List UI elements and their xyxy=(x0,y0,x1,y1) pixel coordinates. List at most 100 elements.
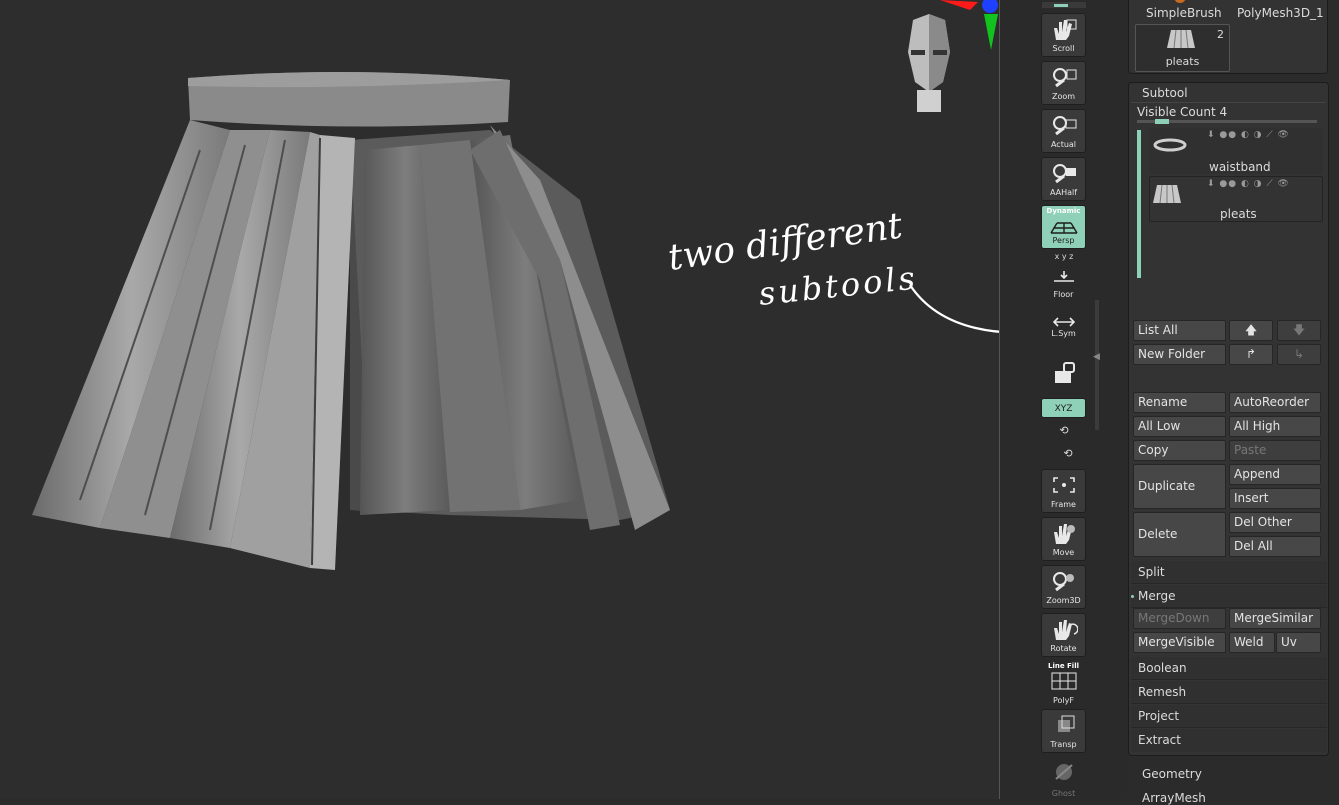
pleats-thumb-count: 2 xyxy=(1217,28,1224,41)
del-all-button[interactable]: Del All xyxy=(1229,536,1321,557)
extract-section[interactable]: Extract xyxy=(1131,729,1327,752)
pleats-subtool-thumb-icon xyxy=(1153,184,1181,204)
local-symmetry-button[interactable]: L.Sym xyxy=(1041,311,1086,355)
list-all-button[interactable]: List All xyxy=(1133,320,1226,341)
frame-button[interactable]: Frame xyxy=(1041,469,1086,513)
all-low-button[interactable]: All Low xyxy=(1133,416,1226,437)
shelf-top-slider[interactable] xyxy=(1042,2,1086,8)
collapse-arrow-icon[interactable]: ◀ xyxy=(1093,352,1100,362)
remesh-label: Remesh xyxy=(1138,685,1187,699)
subtool-title[interactable]: Subtool xyxy=(1142,86,1188,100)
mergevisible-button[interactable]: MergeVisible xyxy=(1133,632,1226,653)
dynamic-label: Dynamic xyxy=(1046,207,1081,215)
polyframe-grid-icon xyxy=(1051,672,1076,690)
actual-button[interactable]: Actual xyxy=(1041,109,1086,153)
merge-section[interactable]: Merge xyxy=(1131,585,1327,608)
arraymesh-section[interactable]: ArrayMesh xyxy=(1142,791,1206,805)
duplicate-button[interactable]: Duplicate xyxy=(1133,464,1226,509)
transparency-icon xyxy=(1057,715,1074,732)
visible-count-slider[interactable] xyxy=(1137,119,1317,124)
zoom3d-icon xyxy=(1052,572,1074,592)
autoreorder-button[interactable]: AutoReorder xyxy=(1229,392,1321,413)
append-button[interactable]: Append xyxy=(1229,464,1321,485)
waistband-thumb-icon xyxy=(1153,138,1187,152)
extract-label: Extract xyxy=(1138,733,1181,747)
pleats-thumb-icon xyxy=(1167,29,1195,49)
scroll-hand-icon xyxy=(1053,19,1076,40)
aahalf-magnifier-icon xyxy=(1052,164,1076,184)
uv-button[interactable]: Uv xyxy=(1276,632,1321,653)
transparency-button[interactable]: Transp xyxy=(1041,709,1086,753)
pleats-thumb-label: pleats xyxy=(1165,55,1200,68)
remesh-section[interactable]: Remesh xyxy=(1131,681,1327,704)
floor-button[interactable]: Floor xyxy=(1041,265,1086,309)
y-rotate-icon[interactable]: ⟲ xyxy=(1052,424,1076,437)
local-symmetry-icon xyxy=(1052,317,1075,327)
pleats-thumbnail[interactable]: 2 pleats xyxy=(1135,24,1230,72)
split-section[interactable]: Split xyxy=(1131,561,1327,584)
axis-gizmo-icon[interactable] xyxy=(940,0,1000,60)
rotate-icon xyxy=(1053,620,1078,640)
actual-label: Actual xyxy=(1050,140,1077,149)
geometry-section[interactable]: Geometry xyxy=(1142,767,1202,781)
persp-label: Persp xyxy=(1052,236,1075,245)
zoom3d-button[interactable]: Zoom3D xyxy=(1041,565,1086,609)
move-button[interactable]: Move xyxy=(1041,517,1086,561)
zoom-label: Zoom xyxy=(1051,92,1076,101)
zoom-button[interactable]: Zoom xyxy=(1041,61,1086,105)
floor-axis-toggles[interactable]: x y z xyxy=(1052,252,1076,261)
pleats-name: pleats xyxy=(1220,207,1257,221)
tool-thumbnails-box: SimpleBrush PolyMesh3D_1 2 pleats xyxy=(1128,0,1328,74)
aahalf-button[interactable]: AAHalf xyxy=(1041,157,1086,201)
subtool-item-waistband[interactable]: ⬇ ●● ◐ ◑ ⟋ 👁 waistband xyxy=(1149,128,1323,174)
shelf-scrollbar[interactable] xyxy=(1095,300,1099,430)
boolean-label: Boolean xyxy=(1138,661,1187,675)
turn-right-arrow-icon[interactable]: ↱ xyxy=(1229,344,1273,365)
aahalf-label: AAHalf xyxy=(1049,188,1078,197)
lock-camera-button[interactable] xyxy=(1041,355,1086,399)
xyz-rotate-button[interactable]: XYZ xyxy=(1041,398,1086,418)
floor-label: Floor xyxy=(1053,290,1074,299)
copy-button[interactable]: Copy xyxy=(1133,440,1226,461)
insert-button[interactable]: Insert xyxy=(1229,488,1321,509)
skirt-3d-model xyxy=(32,71,670,570)
boolean-section[interactable]: Boolean xyxy=(1131,657,1327,680)
scroll-label: Scroll xyxy=(1052,44,1075,53)
paste-button[interactable]: Paste xyxy=(1229,440,1321,461)
delete-button[interactable]: Delete xyxy=(1133,512,1226,557)
perspective-button[interactable]: Dynamic Persp xyxy=(1041,205,1086,249)
move-up-arrow-icon[interactable]: 🡅 xyxy=(1229,320,1273,341)
3d-viewport[interactable]: two different subtools xyxy=(0,0,1235,799)
turn-down-arrow-icon[interactable]: ↳ xyxy=(1277,344,1321,365)
all-high-button[interactable]: All High xyxy=(1229,416,1321,437)
z-rotate-icon[interactable]: ⟲ xyxy=(1056,447,1080,460)
floor-icon xyxy=(1053,271,1074,282)
rename-button[interactable]: Rename xyxy=(1133,392,1226,413)
ghost-icon xyxy=(1054,764,1073,780)
waistband-name: waistband xyxy=(1209,160,1271,174)
pleats-controls-icon[interactable]: ⬇ ●● ◐ ◑ ⟋ 👁 xyxy=(1207,179,1290,189)
xyz-label: XYZ xyxy=(1054,404,1073,414)
project-section[interactable]: Project xyxy=(1131,705,1327,728)
perspective-grid-icon xyxy=(1049,222,1078,234)
subtool-list-scrollbar[interactable] xyxy=(1137,130,1141,278)
frame-icon xyxy=(1052,477,1075,493)
waistband-controls-icon[interactable]: ⬇ ●● ◐ ◑ ⟋ 👁 xyxy=(1207,130,1290,140)
move-down-arrow-icon[interactable]: 🡇 xyxy=(1277,320,1321,341)
new-folder-button[interactable]: New Folder xyxy=(1133,344,1226,365)
polymesh-label[interactable]: PolyMesh3D_1 xyxy=(1237,6,1324,20)
rotate-button[interactable]: Rotate xyxy=(1041,613,1086,657)
rotate-label: Rotate xyxy=(1050,644,1077,653)
polyframe-button[interactable]: Line Fill PolyF xyxy=(1041,661,1086,705)
del-other-button[interactable]: Del Other xyxy=(1229,512,1321,533)
ghost-button[interactable]: Ghost xyxy=(1041,757,1086,801)
zoom-magnifier-icon xyxy=(1052,68,1076,88)
simple-brush-label[interactable]: SimpleBrush xyxy=(1146,6,1222,20)
zoom3d-label: Zoom3D xyxy=(1046,596,1081,605)
weld-button[interactable]: Weld xyxy=(1229,632,1275,653)
right-shelf: Scroll Zoom Actual AAHalf Dynamic Persp … xyxy=(1000,0,1127,799)
scroll-button[interactable]: Scroll xyxy=(1041,13,1086,57)
subtool-item-pleats[interactable]: ⬇ ●● ◐ ◑ ⟋ 👁 pleats xyxy=(1149,176,1323,222)
mergesimilar-button[interactable]: MergeSimilar xyxy=(1229,608,1321,629)
mergedown-button[interactable]: MergeDown xyxy=(1133,608,1226,629)
